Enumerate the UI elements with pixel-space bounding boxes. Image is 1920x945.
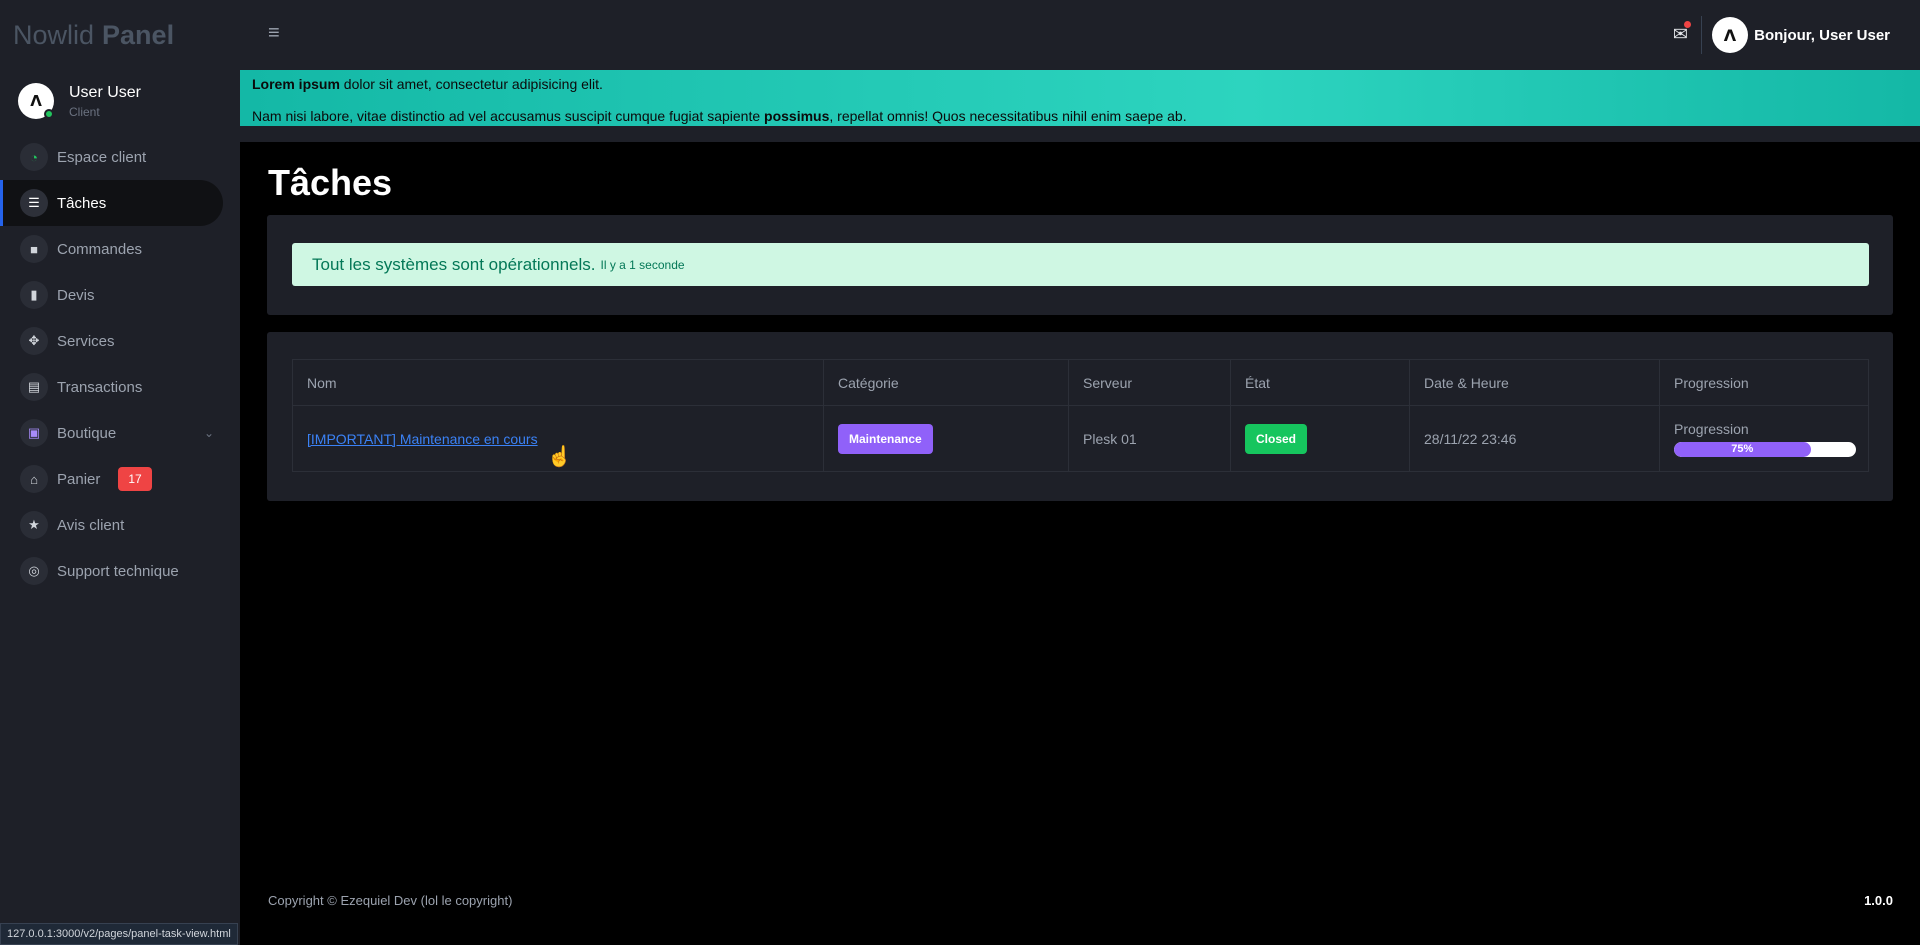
column-header-nom[interactable]: Nom <box>292 359 824 406</box>
sidebar-item-label: Transactions <box>57 378 143 396</box>
brand-bold: Panel <box>102 19 175 50</box>
system-status-card: Tout les systèmes sont opérationnels. Il… <box>267 215 1893 315</box>
receipt-icon: ▤ <box>20 373 48 401</box>
page-title: Tâches <box>268 162 393 203</box>
header-divider <box>1701 16 1702 54</box>
announcement-text: , repellat omnis! Quos necessitatibus ni… <box>829 108 1187 124</box>
announcement-text: Nam nisi labore, vitae distinctio ad vel… <box>252 108 765 124</box>
footer-version: 1.0.0 <box>1864 893 1893 908</box>
table-row: [IMPORTANT] Maintenance en cours Mainten… <box>292 405 1869 472</box>
table-header-row: Nom Catégorie Serveur État Date & Heure … <box>292 359 1869 406</box>
top-header: ≡ ✉ Ʌ Bonjour, User User <box>240 0 1920 70</box>
sidebar-item-transactions[interactable]: ▤ Transactions <box>0 364 240 410</box>
announcement-bold: possimus <box>764 108 830 124</box>
cell-state: Closed <box>1230 405 1410 472</box>
sidebar: Nowlid Panel Ʌ User User Client ◔ Espace … <box>0 0 240 945</box>
menu-toggle-icon[interactable]: ≡ <box>268 22 280 45</box>
header-avatar[interactable]: Ʌ <box>1712 17 1748 53</box>
star-icon: ★ <box>20 511 48 539</box>
box-icon: ■ <box>20 235 48 263</box>
sidebar-item-avis-client[interactable]: ★ Avis client <box>0 502 240 548</box>
brand-light: Nowlid <box>13 19 95 50</box>
sidebar-item-label: Devis <box>57 286 95 304</box>
sidebar-item-label: Avis client <box>57 516 125 534</box>
column-header-etat[interactable]: État <box>1230 359 1410 406</box>
sidebar-item-boutique[interactable]: ▣ Boutique ⌄ <box>0 410 240 456</box>
sidebar-item-label: Services <box>57 332 115 350</box>
column-header-date[interactable]: Date & Heure <box>1409 359 1660 406</box>
announcement-bold: Lorem ipsum <box>252 76 340 92</box>
announcement-banner: Lorem ipsum dolor sit amet, consectetur … <box>240 70 1920 126</box>
announcement-text: dolor sit amet, consectetur adipisicing … <box>339 76 603 92</box>
cell-server: Plesk 01 <box>1068 405 1231 472</box>
store-icon: ▣ <box>20 419 48 447</box>
sidebar-item-label: Commandes <box>57 240 143 258</box>
status-message: Tout les systèmes sont opérationnels. <box>312 254 596 274</box>
progress-bar-fill: 75% <box>1674 441 1811 457</box>
lifebuoy-icon: ◎ <box>20 557 48 585</box>
sidebar-item-label: Panier <box>57 470 101 488</box>
cubes-icon: ✥ <box>20 327 48 355</box>
tasks-table-card: Nom Catégorie Serveur État Date & Heure … <box>267 332 1893 501</box>
status-alert: Tout les systèmes sont opérationnels. Il… <box>292 243 1869 286</box>
mouse-pointer-icon: ☝ <box>547 446 572 468</box>
tasks-icon: ☰ <box>20 189 48 217</box>
avatar-logo-icon: Ʌ <box>1723 25 1737 45</box>
cell-datetime: 28/11/22 23:46 <box>1409 405 1660 472</box>
sidebar-item-label: Tâches <box>57 194 107 212</box>
sidebar-nav: ◔ Espace client ☰ Tâches ■ Commandes ▮ D… <box>0 134 240 594</box>
sidebar-item-commandes[interactable]: ■ Commandes <box>0 226 240 272</box>
cell-progress: Progression 75% <box>1659 405 1869 472</box>
cell-category: Maintenance <box>823 405 1069 472</box>
sidebar-item-taches[interactable]: ☰ Tâches <box>0 180 223 226</box>
status-badge: Closed <box>1245 423 1308 454</box>
announcement-line-2: Nam nisi labore, vitae distinctio ad vel… <box>252 107 1908 125</box>
sidebar-item-label: Boutique <box>57 424 117 442</box>
column-header-progression[interactable]: Progression <box>1659 359 1869 406</box>
avatar: Ʌ <box>18 83 54 119</box>
brand-logo[interactable]: Nowlid Panel <box>0 0 240 70</box>
user-name: User User <box>69 83 142 101</box>
status-time: Il y a 1 seconde <box>600 257 685 272</box>
sidebar-item-support-technique[interactable]: ◎ Support technique <box>0 548 240 594</box>
progress-label: Progression <box>1674 420 1749 437</box>
cart-count-badge: 17 <box>118 467 152 491</box>
content-top-strip <box>240 126 1920 142</box>
user-role: Client <box>69 104 100 119</box>
sidebar-item-espace-client[interactable]: ◔ Espace client <box>0 134 240 180</box>
sidebar-item-services[interactable]: ✥ Services <box>0 318 240 364</box>
online-status-dot <box>44 109 54 119</box>
basket-icon: ⌂ <box>20 465 48 493</box>
category-badge: Maintenance <box>838 423 933 454</box>
column-header-categorie[interactable]: Catégorie <box>823 359 1069 406</box>
sidebar-item-devis[interactable]: ▮ Devis <box>0 272 240 318</box>
user-greeting[interactable]: Bonjour, User User <box>1754 27 1890 44</box>
sidebar-item-panier[interactable]: ⌂ Panier 17 <box>0 456 240 502</box>
sidebar-item-label: Support technique <box>57 562 179 580</box>
announcement-line-1: Lorem ipsum dolor sit amet, consectetur … <box>252 75 1908 93</box>
document-icon: ▮ <box>20 281 48 309</box>
user-profile[interactable]: Ʌ User User Client <box>0 70 240 132</box>
footer-copyright: Copyright © Ezequiel Dev (lol le copyrig… <box>268 893 513 908</box>
chevron-down-icon[interactable]: ⌄ <box>204 426 214 440</box>
sidebar-item-label: Espace client <box>57 148 147 166</box>
notification-dot <box>1684 21 1691 28</box>
browser-status-url: 127.0.0.1:3000/v2/pages/panel-task-view.… <box>0 923 238 945</box>
task-link[interactable]: [IMPORTANT] Maintenance en cours <box>307 431 538 447</box>
progress-bar: 75% <box>1674 441 1856 457</box>
dashboard-icon: ◔ <box>20 143 48 171</box>
mail-icon[interactable]: ✉ <box>1673 21 1691 45</box>
avatar-logo-icon: Ʌ <box>30 92 42 110</box>
column-header-serveur[interactable]: Serveur <box>1068 359 1231 406</box>
tasks-table: Nom Catégorie Serveur État Date & Heure … <box>292 359 1869 472</box>
